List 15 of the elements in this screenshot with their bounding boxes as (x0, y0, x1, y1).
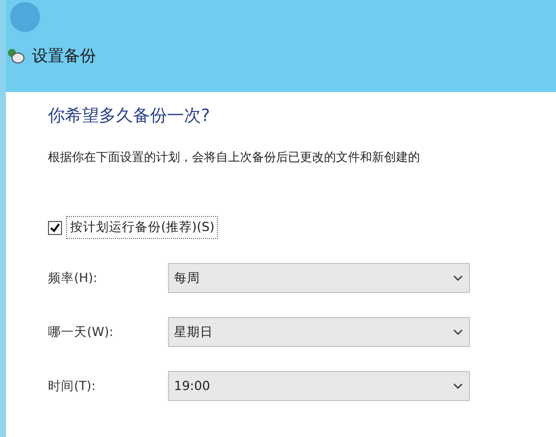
field-label: 频率(H): (48, 268, 98, 287)
backup-icon (6, 47, 26, 65)
page-heading: 你希望多久备份一次? (48, 106, 212, 126)
dropdown-field[interactable]: 每周 (168, 263, 470, 294)
window-title: 设置备份 (32, 45, 96, 67)
field-label: 哪一天(W): (48, 322, 114, 341)
chevron-down-icon (453, 329, 463, 336)
dropdown-field[interactable]: 星期日 (168, 317, 470, 348)
field-label: 时间(T): (48, 376, 97, 395)
description-text: 根据你在下面设置的计划，会将自上次备份后已更改的文件和新创建的 (48, 149, 421, 166)
chevron-down-icon (453, 275, 463, 282)
checkbox-label[interactable]: 按计划运行备份(推荐)(S) (66, 216, 218, 240)
schedule-checkbox[interactable] (48, 220, 62, 235)
chevron-down-icon (453, 383, 463, 390)
dropdown-field[interactable]: 19:00 (168, 371, 470, 402)
